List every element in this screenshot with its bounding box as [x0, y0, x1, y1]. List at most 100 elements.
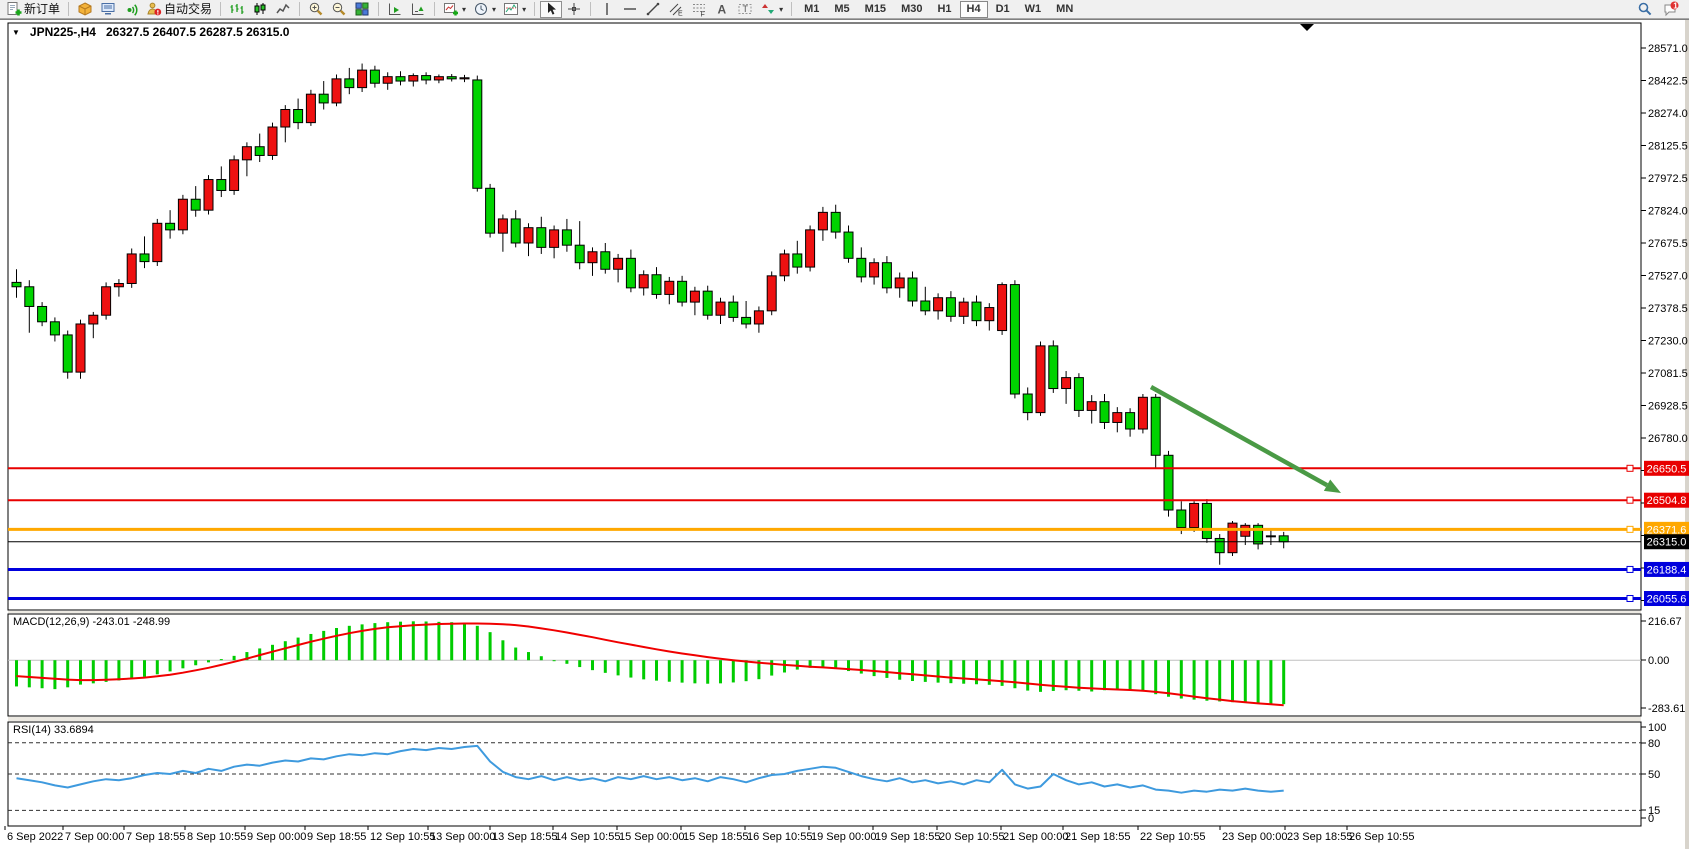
candle-body: [447, 77, 456, 79]
shapes-button[interactable]: ▾: [757, 1, 786, 18]
candle-body: [882, 263, 891, 288]
macd-bar: [233, 656, 236, 660]
timeframe-M1[interactable]: M1: [797, 1, 826, 18]
timeframe-H1[interactable]: H1: [930, 1, 958, 18]
candle-body: [690, 291, 699, 302]
macd-bar: [962, 660, 965, 684]
candle-body: [1215, 538, 1224, 552]
label-button[interactable]: T: [734, 1, 756, 18]
templates-button[interactable]: ▾: [500, 1, 529, 18]
timeframe-M30[interactable]: M30: [894, 1, 929, 18]
macd-bar: [143, 660, 146, 677]
line-chart-button[interactable]: [272, 1, 294, 18]
autotrade-button[interactable]: 自动交易: [143, 1, 215, 18]
line-handle[interactable]: [1627, 465, 1633, 471]
bars-chart-button[interactable]: [226, 1, 248, 18]
candle-body: [358, 70, 367, 88]
chart-canvas[interactable]: 28571.028422.528274.028125.527972.527824…: [0, 0, 1689, 849]
candle-body: [422, 76, 431, 80]
zoom-out-button[interactable]: [328, 1, 350, 18]
market-cube-button[interactable]: [74, 1, 96, 18]
line-handle[interactable]: [1627, 526, 1633, 532]
signals-button[interactable]: [120, 1, 142, 18]
timeframe-H4[interactable]: H4: [960, 1, 988, 18]
candle-body: [754, 311, 763, 324]
line-handle[interactable]: [1627, 596, 1633, 602]
macd-bar: [297, 638, 300, 661]
macd-bar: [514, 648, 517, 661]
crosshair-button[interactable]: [563, 1, 585, 18]
label-icon: T: [737, 1, 753, 17]
macd-bar: [284, 641, 287, 660]
timeframe-W1[interactable]: W1: [1018, 1, 1049, 18]
candle-body: [601, 252, 610, 270]
candle-body: [575, 245, 584, 263]
market-depth-icon: [100, 1, 116, 17]
chart-shift-button[interactable]: [407, 1, 429, 18]
timeframe-M5[interactable]: M5: [827, 1, 856, 18]
main-chart-panel[interactable]: [8, 23, 1641, 610]
macd-bar: [1167, 660, 1170, 697]
macd-bar: [1205, 660, 1208, 701]
hline-button[interactable]: [619, 1, 641, 18]
macd-bar: [668, 660, 671, 682]
zoom-in-button[interactable]: [305, 1, 327, 18]
fibonacci-icon: F: [691, 1, 707, 17]
market-depth-button[interactable]: [97, 1, 119, 18]
new-chart-button[interactable]: ▾: [440, 1, 469, 18]
periods-button[interactable]: ▾: [470, 1, 499, 18]
line-handle[interactable]: [1627, 566, 1633, 572]
candle-body: [818, 212, 827, 230]
time-axis[interactable]: [8, 826, 1641, 848]
candle-body: [230, 160, 239, 191]
candle-body: [614, 258, 623, 269]
macd-bar: [309, 634, 312, 660]
macd-panel[interactable]: [8, 614, 1641, 716]
vline-button[interactable]: [596, 1, 618, 18]
candle-body: [870, 263, 879, 277]
new-order-button[interactable]: 新订单: [3, 1, 63, 18]
candle-body: [76, 324, 85, 372]
candle-body: [217, 180, 226, 191]
panel-separator[interactable]: [8, 717, 1641, 721]
candle-body: [1164, 455, 1173, 510]
chat-button[interactable]: 1: [1660, 1, 1682, 18]
channel-icon: E: [668, 1, 684, 17]
chevron-down-icon: ▾: [522, 5, 526, 14]
candle-body: [1190, 503, 1199, 527]
macd-bar: [450, 622, 453, 660]
macd-bar: [156, 660, 159, 674]
market-cube-icon: [77, 1, 93, 17]
macd-bar: [1244, 660, 1247, 703]
panel-separator[interactable]: [8, 611, 1641, 613]
toolbar-separator: [68, 2, 69, 16]
price-axis[interactable]: [1641, 23, 1689, 826]
macd-bar: [1231, 660, 1234, 702]
macd-bar: [476, 626, 479, 660]
trendline-icon: [645, 1, 661, 17]
macd-bar: [1065, 660, 1068, 690]
candle-body: [1266, 536, 1275, 537]
search-button[interactable]: [1634, 1, 1656, 18]
chevron-down-icon: ▾: [492, 5, 496, 14]
bars-chart-icon: [229, 1, 245, 17]
text-button[interactable]: A: [711, 1, 733, 18]
toolbar-separator: [590, 2, 591, 16]
cursor-button[interactable]: [540, 1, 562, 18]
candle-body: [114, 283, 123, 286]
macd-bar: [1154, 660, 1157, 694]
timeframe-M15[interactable]: M15: [858, 1, 893, 18]
auto-scroll-button[interactable]: [384, 1, 406, 18]
candles-chart-button[interactable]: [249, 1, 271, 18]
candle-body: [1100, 402, 1109, 423]
macd-bar: [181, 660, 184, 668]
fibonacci-button[interactable]: F: [688, 1, 710, 18]
candle-body: [473, 80, 482, 188]
candle-body: [665, 281, 674, 294]
line-handle[interactable]: [1627, 497, 1633, 503]
timeframe-D1[interactable]: D1: [989, 1, 1017, 18]
channel-button[interactable]: E: [665, 1, 687, 18]
trendline-button[interactable]: [642, 1, 664, 18]
timeframe-MN[interactable]: MN: [1049, 1, 1080, 18]
tile-windows-button[interactable]: [351, 1, 373, 18]
